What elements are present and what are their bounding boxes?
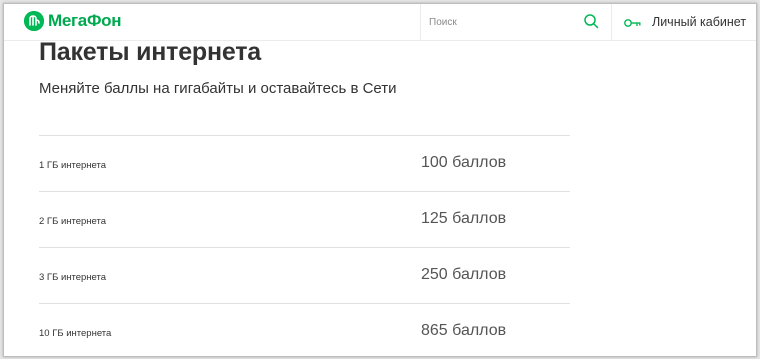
- site-header: МегаФон Личный кабинет: [4, 4, 756, 41]
- package-name: 1 ГБ интернета: [39, 160, 107, 171]
- package-price: 865 баллов: [421, 322, 507, 339]
- package-name: 10 ГБ интернета: [39, 328, 112, 339]
- page-subtitle: Меняйте баллы на гигабайты и оставайтесь…: [39, 80, 397, 97]
- package-price: 125 баллов: [421, 210, 507, 227]
- package-price: 250 баллов: [421, 266, 507, 283]
- megafon-logo[interactable]: МегаФон: [24, 11, 122, 31]
- browser-viewport: МегаФон Личный кабинет П: [3, 3, 757, 357]
- search-box: [420, 4, 612, 40]
- package-row[interactable]: 10 ГБ интернета 865 баллов: [39, 303, 570, 356]
- search-icon[interactable]: [583, 13, 599, 29]
- package-row[interactable]: 2 ГБ интернета 125 баллов: [39, 191, 570, 247]
- page-title: Пакеты интернета: [39, 38, 262, 66]
- personal-account-label: Личный кабинет: [652, 15, 747, 29]
- megafon-logo-text: МегаФон: [48, 11, 122, 30]
- personal-account-link[interactable]: Личный кабинет: [622, 4, 756, 40]
- package-price: 100 баллов: [421, 154, 507, 171]
- search-input[interactable]: [429, 14, 569, 30]
- key-icon: [624, 16, 642, 28]
- package-name: 2 ГБ интернета: [39, 216, 107, 227]
- internet-packages-list: 1 ГБ интернета 100 баллов 2 ГБ интернета…: [39, 135, 570, 356]
- package-row[interactable]: 3 ГБ интернета 250 баллов: [39, 247, 570, 303]
- package-name: 3 ГБ интернета: [39, 272, 107, 283]
- package-row[interactable]: 1 ГБ интернета 100 баллов: [39, 135, 570, 191]
- megafon-logo-icon: [24, 11, 44, 31]
